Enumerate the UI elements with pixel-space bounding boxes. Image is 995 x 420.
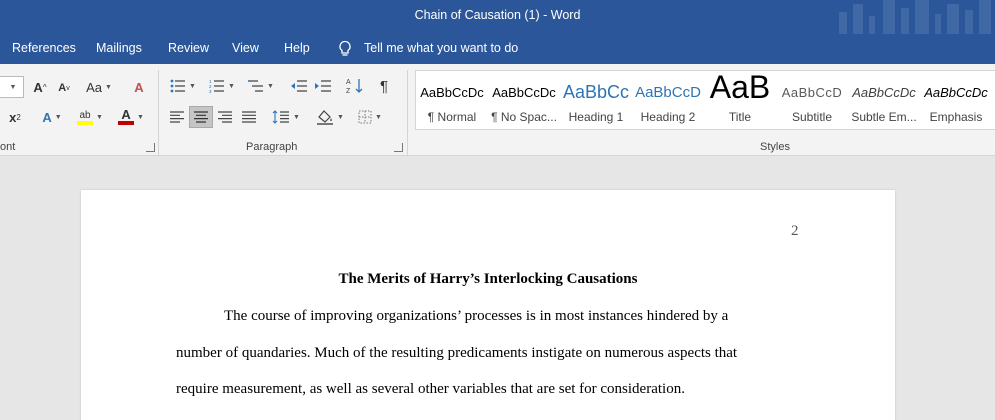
style-preview: AaB — [709, 71, 771, 105]
multilevel-list-icon[interactable]: ▼ — [246, 76, 276, 96]
superscript-icon[interactable]: x2 — [6, 107, 24, 127]
paragraph-line[interactable]: The course of improving organizations’ p… — [224, 308, 728, 325]
style-heading-2[interactable]: AaBbCcD Heading 2 — [632, 71, 704, 129]
bullets-icon[interactable]: ▼ — [168, 76, 198, 96]
style-preview: AaBbCcDc — [852, 85, 916, 100]
style-name: Emphasis — [929, 110, 983, 124]
style-name: ¶ Normal — [427, 110, 477, 124]
paragraph-dialog-launcher[interactable] — [394, 143, 403, 152]
style-name: Heading 1 — [568, 110, 624, 124]
style-normal[interactable]: AaBbCcDc ¶ Normal — [416, 71, 488, 129]
style-preview: AaBbCcD — [635, 84, 701, 101]
grow-font-icon[interactable]: A ^ — [32, 77, 48, 97]
tab-review[interactable]: Review — [168, 41, 209, 55]
ribbon: ▼ A ^ Av Aa ▼ A x2 A ▼ ab ▼ A ▼ ont ▼ 1 2 3 ▼ ▼ … — [0, 64, 995, 156]
ribbon-tabs: References Mailings Review View Help Tel… — [0, 34, 995, 64]
style-name: ¶ No Spac... — [491, 110, 557, 124]
align-center-icon[interactable] — [189, 106, 213, 128]
numbering-icon[interactable]: 1 2 3 ▼ — [206, 76, 238, 96]
document-title[interactable]: The Merits of Harry’s Interlocking Causa… — [81, 271, 895, 288]
show-formatting-marks-icon[interactable]: ¶ — [374, 76, 394, 96]
tab-help[interactable]: Help — [284, 41, 310, 55]
style-preview: AaBbCcD — [781, 85, 843, 100]
svg-text:3: 3 — [209, 89, 212, 93]
title-bar: Chain of Causation (1) - Word — [0, 0, 995, 34]
tell-me-search[interactable]: Tell me what you want to do — [364, 41, 518, 55]
style-subtitle[interactable]: AaBbCcD Subtitle — [776, 71, 848, 129]
style-emphasis[interactable]: AaBbCcDc Emphasis — [920, 71, 992, 129]
paragraph-group-label: Paragraph — [246, 141, 298, 153]
styles-group-label: Styles — [760, 141, 790, 153]
style-preview: AaBbCcDc — [420, 85, 484, 100]
increase-indent-icon[interactable] — [312, 76, 334, 96]
font-group-label: ont — [0, 141, 16, 153]
paragraph-line[interactable]: number of quandaries. Much of the result… — [176, 345, 737, 362]
clear-formatting-icon[interactable]: A — [130, 77, 148, 97]
sort-icon[interactable]: AZ — [344, 76, 366, 96]
borders-icon[interactable]: ▼ — [354, 107, 386, 127]
style-name: Subtitle — [791, 110, 833, 124]
paragraph-line[interactable]: require measurement, as well as several … — [176, 381, 685, 398]
style-name: Heading 2 — [640, 110, 696, 124]
style-preview: AaBbCc — [562, 82, 630, 102]
highlight-color-icon[interactable]: ab ▼ — [74, 107, 106, 127]
decrease-indent-icon[interactable] — [288, 76, 310, 96]
svg-text:A: A — [346, 79, 351, 86]
style-heading-1[interactable]: AaBbCc Heading 1 — [560, 71, 632, 129]
font-color-icon[interactable]: A ▼ — [114, 107, 148, 127]
text-effects-icon[interactable]: A ▼ — [38, 107, 66, 127]
font-dialog-launcher[interactable] — [146, 143, 155, 152]
tab-references[interactable]: References — [12, 41, 76, 55]
line-spacing-icon[interactable]: ▼ — [270, 107, 302, 127]
group-divider — [158, 70, 159, 156]
style-no-spacing[interactable]: AaBbCcDc ¶ No Spac... — [488, 71, 560, 129]
tab-view[interactable]: View — [232, 41, 259, 55]
style-title[interactable]: AaB Title — [704, 71, 776, 129]
align-right-icon[interactable] — [214, 107, 236, 127]
lightbulb-icon[interactable] — [338, 40, 352, 61]
shading-icon[interactable]: ▼ — [314, 107, 346, 127]
styles-gallery: AaBbCcDc ¶ Normal AaBbCcDc ¶ No Spac... … — [415, 70, 995, 130]
style-name: Title — [728, 110, 752, 124]
style-preview: AaBbCcDc — [924, 85, 988, 100]
align-left-icon[interactable] — [166, 107, 188, 127]
group-divider — [407, 70, 408, 156]
page-number: 2 — [791, 223, 799, 239]
justify-icon[interactable] — [238, 107, 260, 127]
style-name: Subtle Em... — [851, 110, 917, 124]
font-size-dropdown[interactable]: ▼ — [0, 76, 24, 98]
style-subtle-emphasis[interactable]: AaBbCcDc Subtle Em... — [848, 71, 920, 129]
svg-text:Z: Z — [346, 88, 351, 95]
document-page[interactable]: 2 The Merits of Harry’s Interlocking Cau… — [81, 190, 895, 420]
style-preview: AaBbCcDc — [492, 85, 556, 100]
change-case-icon[interactable]: Aa ▼ — [84, 77, 114, 97]
tab-mailings[interactable]: Mailings — [96, 41, 142, 55]
shrink-font-icon[interactable]: Av — [56, 78, 72, 98]
title-bar-decoration — [835, 0, 995, 34]
